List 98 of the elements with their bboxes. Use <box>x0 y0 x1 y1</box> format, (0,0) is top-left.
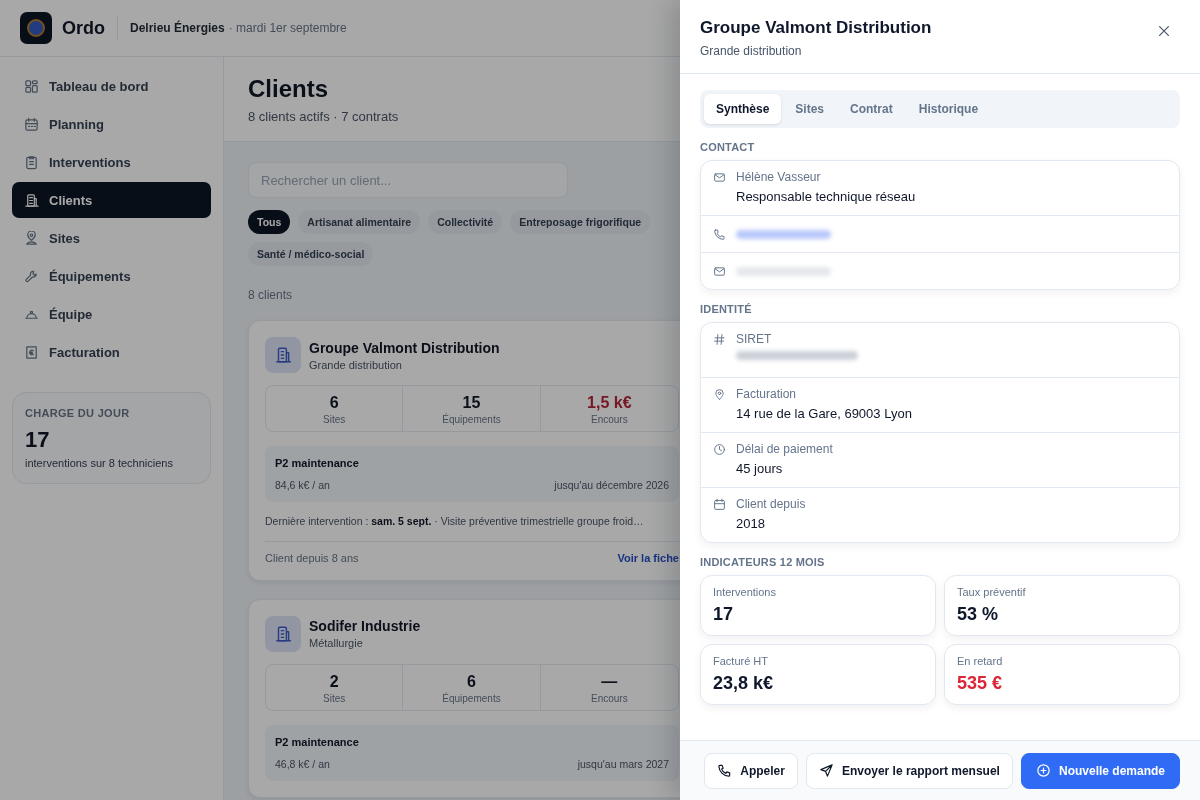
filter-chip[interactable]: Entreposage frigorifique <box>510 210 651 234</box>
field-value: Responsable technique réseau <box>736 189 916 204</box>
contract-name: P2 maintenance <box>275 457 360 469</box>
stat-value: 6 <box>329 394 339 412</box>
section-heading: INDICATEURS 12 MOIS <box>700 556 826 568</box>
field-label: SIRET <box>736 332 773 346</box>
action-button[interactable]: Nouvelle demande <box>1020 752 1180 789</box>
calendar-icon <box>24 116 39 132</box>
page-title: Clients <box>248 75 328 103</box>
stat-label: Sites <box>323 414 346 425</box>
dashboard-icon <box>24 78 39 94</box>
client-name: Sodifer Industrie <box>309 618 421 635</box>
indicator-label: Facturé HT <box>713 655 769 667</box>
mail-icon <box>713 265 726 278</box>
action-button[interactable]: Appeler <box>704 752 798 789</box>
phone-icon <box>713 228 726 241</box>
sidebar-item[interactable]: Équipements <box>12 258 211 294</box>
wrench-icon <box>24 268 39 284</box>
drawer-title: Groupe Valmont Distribution <box>700 18 932 38</box>
search-field[interactable]: Rechercher un client... <box>248 162 568 198</box>
filter-chip[interactable]: Artisanat alimentaire <box>298 210 421 234</box>
building-icon <box>265 337 301 373</box>
contract-amount: 46,8 k€ / an <box>275 757 330 770</box>
drawer-subtitle: Grande distribution <box>700 44 803 58</box>
field-value: 45 jours <box>736 461 784 476</box>
stat-value: 6 <box>467 672 476 691</box>
field-value: 2018 <box>736 516 766 531</box>
logo-icon <box>20 12 52 44</box>
company-name: Delrieu Énergies <box>130 21 225 35</box>
last-intervention: Dernière intervention : sam. 5 sept. · Visite préventive trimestrielle groupe froid… <box>265 514 645 529</box>
sidebar-item[interactable]: Tableau de bord <box>12 68 211 104</box>
field-label: Délai de paiement <box>736 442 833 456</box>
phone-icon <box>717 763 733 778</box>
indicator-value: 23,8 k€ <box>713 673 775 694</box>
sidebar-item[interactable]: Interventions <box>12 144 211 180</box>
tab[interactable]: Historique <box>906 94 991 124</box>
stat-value: 2 <box>329 672 339 691</box>
indicator-value: 53 % <box>957 604 1000 625</box>
clipboard-icon <box>24 154 39 170</box>
filter-chip[interactable]: Collectivité <box>428 210 503 234</box>
contract-name: P2 maintenance <box>275 735 360 748</box>
mail-icon <box>713 171 726 184</box>
stat-label: Encours <box>590 692 628 704</box>
calendar-icon <box>713 498 726 511</box>
sidebar-item[interactable]: Clients <box>12 182 211 218</box>
contract-amount: 84,6 k€ / an <box>275 479 330 491</box>
field-value: 14 rue de la Gare, 69003 Lyon <box>736 406 912 421</box>
client-sector: Métallurgie <box>309 637 364 650</box>
building-icon <box>265 615 301 652</box>
stat-label: Équipements <box>442 692 501 704</box>
contract-end: jusqu'au décembre 2026 <box>554 479 669 491</box>
sidebar-item[interactable]: Équipe <box>12 296 211 332</box>
field-label: Hélène Vasseur <box>736 170 822 184</box>
close-icon[interactable] <box>1157 24 1171 38</box>
stat-label: Encours <box>590 414 628 425</box>
tab[interactable]: Contrat <box>838 94 905 124</box>
load-caption: interventions sur 8 techniciens <box>25 457 174 469</box>
indicator-value: 535 € <box>957 673 1004 694</box>
action-button[interactable]: Envoyer le rapport mensuel <box>805 752 1013 789</box>
stat-label: Équipements <box>442 414 501 425</box>
view-link[interactable]: Voir la fiche <box>617 551 679 564</box>
map-pin-icon <box>713 388 726 401</box>
page-subtitle: 8 clients actifs · 7 contrats <box>248 109 399 124</box>
client-since: Client depuis 8 ans <box>265 551 359 564</box>
hash-icon <box>713 333 726 346</box>
stat-value: — <box>601 672 618 691</box>
section-heading: CONTACT <box>700 141 756 153</box>
field-label: Facturation <box>736 387 798 401</box>
sidebar-item[interactable]: Planning <box>12 106 211 142</box>
indicator-label: En retard <box>957 655 1004 667</box>
result-count: 8 clients <box>248 288 293 302</box>
card-title: CHARGE DU JOUR <box>25 407 131 419</box>
sidebar-item[interactable]: Facturation <box>12 334 211 370</box>
indicator-label: Interventions <box>713 586 777 598</box>
sidebar-item[interactable]: Sites <box>12 220 211 256</box>
building-icon <box>24 192 39 208</box>
stat-value: 1,5 k€ <box>587 394 632 412</box>
load-value: 17 <box>25 427 51 453</box>
app-name: Ordo <box>62 17 105 39</box>
clock-icon <box>713 443 726 456</box>
client-name: Groupe Valmont Distribution <box>309 339 500 356</box>
field-label: Client depuis <box>736 497 806 511</box>
tab[interactable]: Sites <box>783 94 837 124</box>
filter-chip[interactable]: Santé / médico-social <box>248 242 374 266</box>
section-heading: IDENTITÉ <box>700 303 753 315</box>
filter-chip[interactable]: Tous <box>248 210 291 234</box>
stat-value: 15 <box>462 394 481 412</box>
plus-circle-icon <box>1035 763 1051 778</box>
map-pin-icon <box>24 230 39 246</box>
euro-receipt-icon <box>24 344 39 360</box>
current-date: · mardi 1er septembre <box>228 21 347 35</box>
indicator-label: Taux préventif <box>957 586 1027 598</box>
indicator-value: 17 <box>713 604 735 625</box>
client-sector: Grande distribution <box>309 358 403 371</box>
stat-label: Sites <box>323 692 346 704</box>
send-icon <box>818 763 834 778</box>
tab[interactable]: Synthèse <box>704 94 782 124</box>
contract-end: jusqu'au mars 2027 <box>577 757 669 770</box>
